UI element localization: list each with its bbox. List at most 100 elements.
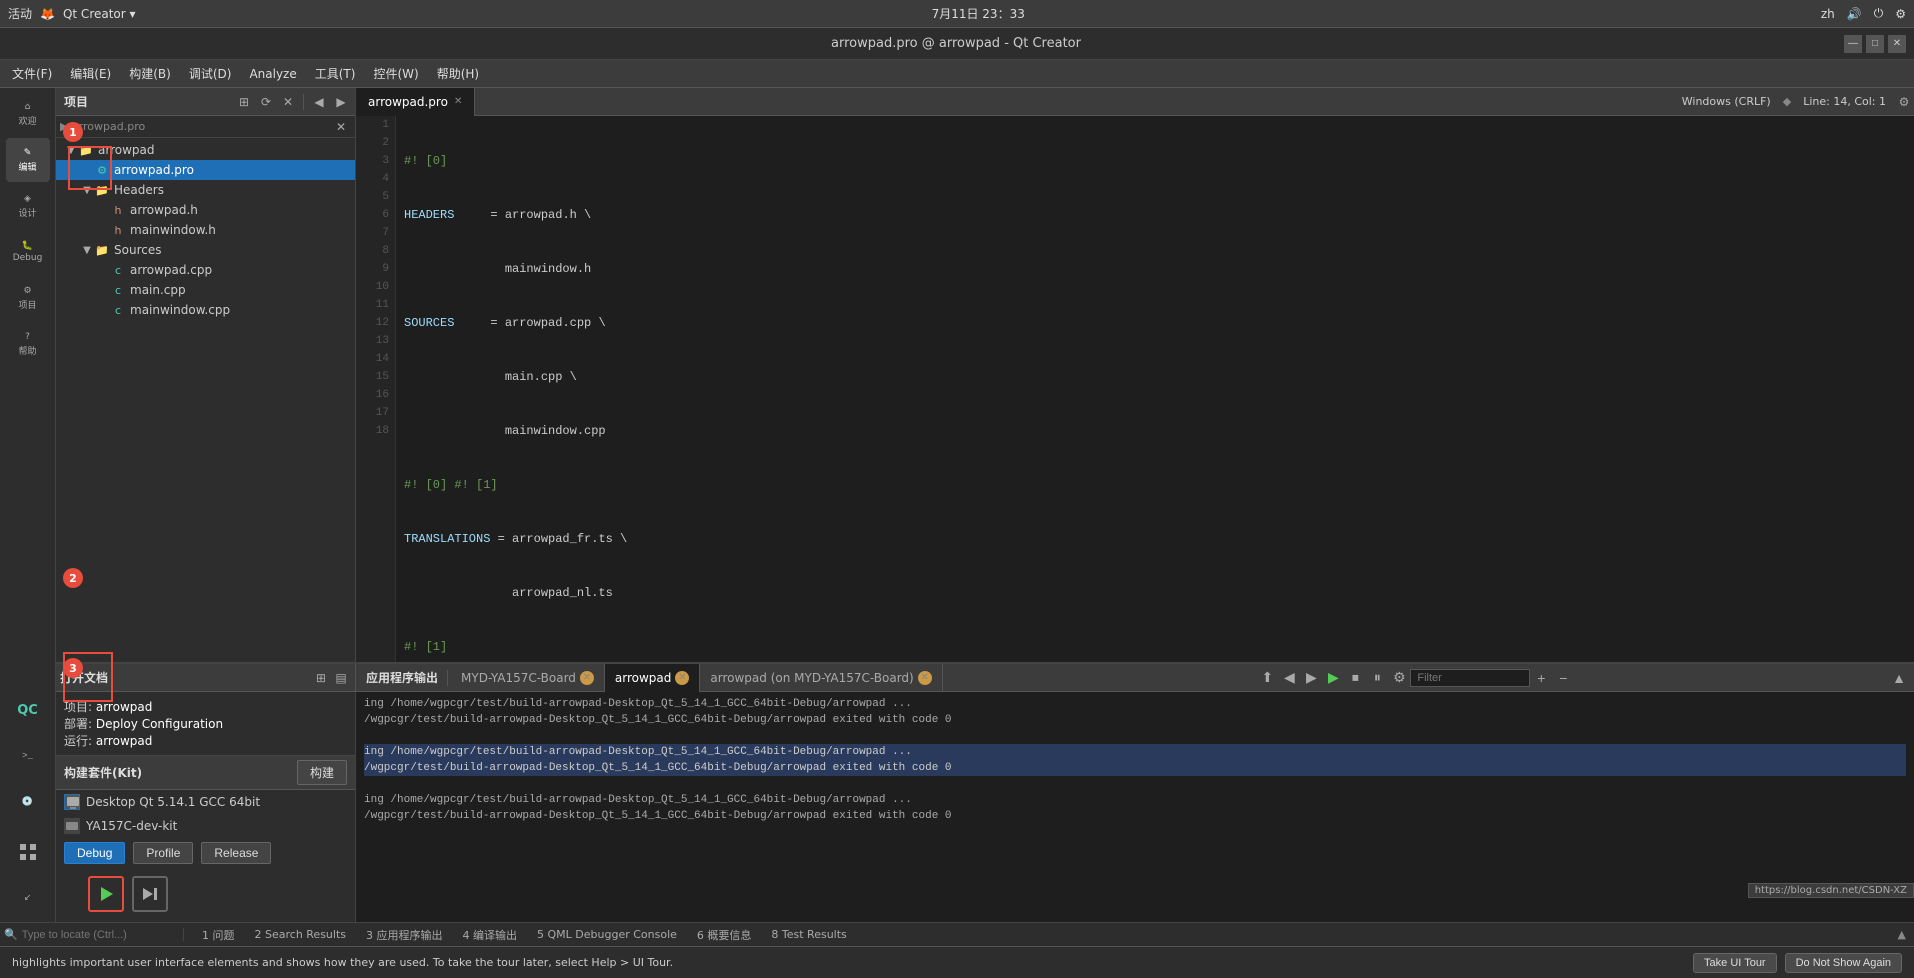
config-release-button[interactable]: Release bbox=[201, 842, 271, 864]
code-line-6: mainwindow.cpp bbox=[404, 422, 1906, 440]
menu-build[interactable]: 构建(B) bbox=[121, 62, 179, 85]
filter-input[interactable] bbox=[1410, 669, 1530, 687]
separator: ◆ bbox=[1779, 95, 1795, 108]
tree-item-mainwindow-h[interactable]: h mainwindow.h bbox=[56, 220, 355, 240]
sidebar-item-projects[interactable]: ⚙ 项目 bbox=[6, 276, 50, 320]
run-output-button[interactable]: ▶ bbox=[1322, 667, 1344, 689]
myd-tab-close[interactable]: ✕ bbox=[580, 671, 594, 685]
nav-prev-button[interactable]: ◀ bbox=[1278, 667, 1300, 689]
editor-area: arrowpad.pro ✕ Windows (CRLF) ◆ Line: 14… bbox=[356, 88, 1914, 662]
kit-option-desktop[interactable]: Desktop Qt 5.14.1 GCC 64bit bbox=[56, 790, 355, 814]
minimize-button[interactable]: — bbox=[1844, 35, 1862, 53]
activities-label[interactable]: 活动 bbox=[8, 5, 32, 22]
filter-button[interactable]: ⊞ bbox=[234, 92, 254, 112]
do-not-show-again-button[interactable]: Do Not Show Again bbox=[1785, 953, 1902, 973]
sidebar-item-qc[interactable]: QC bbox=[6, 688, 50, 732]
step-button[interactable] bbox=[132, 876, 168, 912]
expand-arrow[interactable]: ▼ bbox=[64, 145, 78, 156]
bottom-tab-arrowpad-board[interactable]: arrowpad (on MYD-YA157C-Board) ✕ bbox=[700, 664, 942, 692]
menu-file[interactable]: 文件(F) bbox=[4, 62, 60, 85]
sidebar-item-terminal[interactable]: >_ bbox=[6, 734, 50, 778]
tree-item-arrowpad-h[interactable]: h arrowpad.h bbox=[56, 200, 355, 220]
menu-debug[interactable]: 调试(D) bbox=[181, 62, 240, 85]
upload-button[interactable]: ⬆ bbox=[1256, 667, 1278, 689]
editor-content[interactable]: 1 2 3 4 5 6 7 8 9 10 11 12 13 14 bbox=[356, 116, 1914, 662]
tab-compile-output[interactable]: 4 编译输出 bbox=[453, 925, 528, 945]
close-panel-button[interactable]: ✕ bbox=[278, 92, 298, 112]
power-icon[interactable]: ⏻ bbox=[1874, 6, 1884, 21]
expand-arrow[interactable]: ▼ bbox=[80, 245, 94, 256]
close-breadcrumb-button[interactable]: ✕ bbox=[331, 117, 351, 137]
sidebar-item-debug[interactable]: 🐛 Debug bbox=[6, 230, 50, 274]
sidebar-item-design[interactable]: ◈ 设计 bbox=[6, 184, 50, 228]
settings-icon[interactable]: ⚙ bbox=[1895, 7, 1906, 21]
qt-creator-label: Qt Creator ▾ bbox=[63, 7, 136, 21]
sidebar-item-apps[interactable] bbox=[6, 830, 50, 874]
config-debug-button[interactable]: Debug bbox=[64, 842, 125, 864]
sidebar-item-help[interactable]: ? 帮助 bbox=[6, 322, 50, 366]
run-button-area: 2 bbox=[56, 868, 355, 920]
tree-item-headers[interactable]: ▼ 📁 Headers bbox=[56, 180, 355, 200]
audio-icon[interactable]: 🔊 bbox=[1847, 7, 1862, 21]
search-area: 🔍 bbox=[4, 928, 184, 941]
menu-analyze[interactable]: Analyze bbox=[241, 64, 304, 84]
bottom-panel-header: 打开文档 ⊞ ▤ 应用程序输出 MYD-YA157C-Board ✕ bbox=[56, 664, 1914, 692]
tree-item-sources[interactable]: ▼ 📁 Sources bbox=[56, 240, 355, 260]
tree-item-root[interactable]: ▼ 📁 arrowpad bbox=[56, 140, 355, 160]
tree-item-mainwindow-h-label: mainwindow.h bbox=[130, 223, 216, 237]
kit-option-ya157c[interactable]: YA157C-dev-kit bbox=[56, 814, 355, 838]
config-profile-button[interactable]: Profile bbox=[133, 842, 193, 864]
expand-icon[interactable]: ▲ bbox=[1894, 928, 1910, 941]
locate-input[interactable] bbox=[22, 929, 162, 941]
tree-item-arrowpad-cpp[interactable]: c arrowpad.cpp bbox=[56, 260, 355, 280]
nav-next-button[interactable]: ▶ bbox=[1300, 667, 1322, 689]
editor-settings-button[interactable]: ⚙ bbox=[1894, 92, 1914, 112]
editor-tab-close[interactable]: ✕ bbox=[454, 96, 462, 107]
expand-arrow[interactable]: ▼ bbox=[80, 185, 94, 196]
tab-search[interactable]: 2 Search Results bbox=[245, 926, 357, 943]
tab-qml-debugger[interactable]: 5 QML Debugger Console bbox=[527, 926, 687, 943]
filter-add-button[interactable]: + bbox=[1530, 667, 1552, 689]
sidebar-item-edit[interactable]: ✎ 编辑 bbox=[6, 138, 50, 182]
arrowpad-tab-close[interactable]: ✕ bbox=[675, 671, 689, 685]
take-ui-tour-button[interactable]: Take UI Tour bbox=[1693, 953, 1777, 973]
tree-item-mainwindow-cpp[interactable]: c mainwindow.cpp bbox=[56, 300, 355, 320]
tab-problems[interactable]: 1 问题 bbox=[192, 925, 245, 945]
stop-output-button[interactable]: ⏹ bbox=[1344, 667, 1366, 689]
bottom-tab-arrowpad[interactable]: arrowpad ✕ bbox=[605, 664, 701, 692]
menu-help[interactable]: 帮助(H) bbox=[429, 62, 487, 85]
pause-output-button[interactable]: ⏸ bbox=[1366, 667, 1388, 689]
collapse-panel-button[interactable]: ▲ bbox=[1888, 667, 1910, 689]
sync-button[interactable]: ⟳ bbox=[256, 92, 276, 112]
bottom-tab-myd[interactable]: MYD-YA157C-Board ✕ bbox=[451, 664, 605, 692]
nav-back-button[interactable]: ◀ bbox=[309, 92, 329, 112]
filter-remove-button[interactable]: − bbox=[1552, 667, 1574, 689]
code-content[interactable]: #! [0] HEADERS = arrowpad.h \ mainwindow… bbox=[396, 116, 1914, 662]
settings-output-button[interactable]: ⚙ bbox=[1388, 667, 1410, 689]
tree-item-main-cpp[interactable]: c main.cpp bbox=[56, 280, 355, 300]
notification-text: highlights important user interface elem… bbox=[12, 956, 1685, 969]
maximize-button[interactable]: □ bbox=[1866, 35, 1884, 53]
run-button[interactable] bbox=[88, 876, 124, 912]
tree-item-pro[interactable]: ⚙ arrowpad.pro bbox=[56, 160, 355, 180]
menu-edit[interactable]: 编辑(E) bbox=[62, 62, 119, 85]
tab-test-results[interactable]: 8 Test Results bbox=[761, 926, 856, 943]
menu-tools[interactable]: 工具(T) bbox=[307, 62, 364, 85]
menu-widgets[interactable]: 控件(W) bbox=[365, 62, 426, 85]
tab-app-output[interactable]: 3 应用程序输出 bbox=[356, 925, 453, 945]
open-docs-cols[interactable]: ▤ bbox=[331, 668, 351, 688]
sidebar-item-dvd[interactable]: 💿 bbox=[6, 780, 50, 824]
line-num-9: 9 bbox=[382, 260, 389, 278]
arrowpad-board-tab-close[interactable]: ✕ bbox=[918, 671, 932, 685]
close-button[interactable]: ✕ bbox=[1888, 35, 1906, 53]
help-label: 帮助 bbox=[18, 344, 36, 357]
sidebar-item-arrow-down[interactable]: ↙ bbox=[6, 876, 50, 920]
editor-tab-arrowpad-pro[interactable]: arrowpad.pro ✕ bbox=[356, 88, 475, 116]
open-docs-filter[interactable]: ⊞ bbox=[311, 668, 331, 688]
sidebar-item-welcome[interactable]: ⌂ 欢迎 bbox=[6, 92, 50, 136]
language-indicator[interactable]: zh bbox=[1821, 7, 1835, 21]
build-button[interactable]: 构建 bbox=[297, 760, 347, 785]
open-docs-panel: 项目: arrowpad 部署: Deploy Configuration 运行… bbox=[56, 692, 356, 922]
nav-forward-button[interactable]: ▶ bbox=[331, 92, 351, 112]
tab-summary[interactable]: 6 概要信息 bbox=[687, 925, 762, 945]
